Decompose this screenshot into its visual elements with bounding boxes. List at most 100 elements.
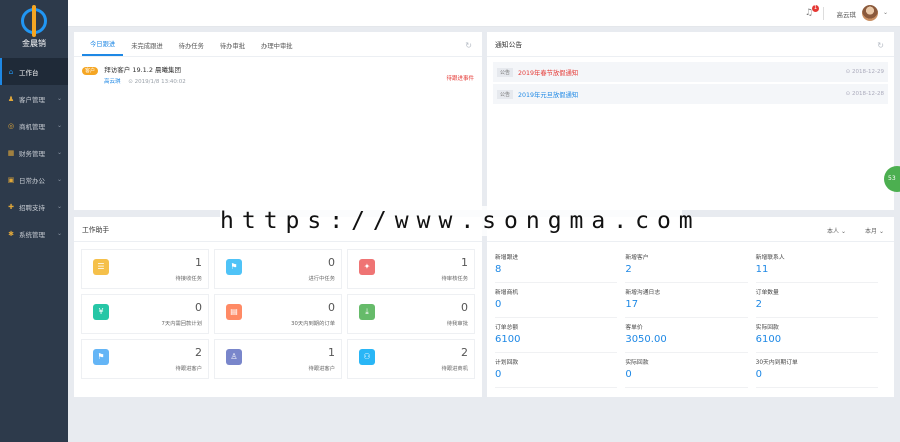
sidebar-item[interactable]: ✱ 系统管理 ⌄ <box>0 220 68 247</box>
period-filter-label: 本月 <box>865 228 878 235</box>
helper-card[interactable]: ☰ 1 待接收任务 <box>81 249 209 289</box>
notice-title-link[interactable]: 2019年春节放假通知 <box>518 68 578 77</box>
task-tab[interactable]: 未完成跟进 <box>123 41 170 56</box>
stat-label: 实际回款 <box>755 325 779 331</box>
topbar-divider <box>823 7 824 20</box>
sidebar-item-label: 系统管理 <box>19 230 45 239</box>
stat-item: 新增联系人 11 <box>755 248 878 283</box>
sidebar-item-label: 日常办公 <box>19 176 45 185</box>
helper-card[interactable]: ⚑ 2 待跟进客户 <box>81 339 209 379</box>
task-panel: 今日跟进 未完成跟进 待办任务 待办审批 办理中审批 ↻ 客户 拜访客户 19.1.2 晨… <box>74 32 482 210</box>
stat-item: 实际回款 6100 <box>755 318 878 353</box>
topbar: ♫ 1 高云琪 ⌄ <box>68 0 900 27</box>
task-tab[interactable]: 待办任务 <box>171 41 212 56</box>
helper-card-label: 待我审批 <box>446 321 468 327</box>
person-filter[interactable]: 本人 ⌄ <box>827 226 846 235</box>
helper-card[interactable]: ▤ 0 30天内到期的订单 <box>214 294 342 334</box>
helper-card[interactable]: ♙ 1 待跟进客户 <box>214 339 342 379</box>
stat-item: 实际回款 0 <box>625 353 748 388</box>
notice-title-link[interactable]: 2019年元旦放假通知 <box>518 90 578 99</box>
stat-item: 新增沟通日志 17 <box>625 283 748 318</box>
home-icon: ⌂ <box>8 67 14 76</box>
helper-card-label: 待跟进客户 <box>308 366 336 372</box>
sidebar-item-label: 客户管理 <box>19 95 45 104</box>
task-tab[interactable]: 办理中审批 <box>253 41 300 56</box>
username[interactable]: 高云琪 <box>837 9 857 19</box>
stat-value[interactable]: 0 <box>495 369 617 380</box>
sidebar-item-label: 财务管理 <box>19 149 45 158</box>
helper-panel: 工作助手 ☰ 1 待接收任务 ⚑ 0 进行中任务 ✦ 1 待审核任务 ¥0 7天内需回款计划 ▤ 0 30… <box>74 217 482 397</box>
stat-item: 30天内到期订单 0 <box>755 353 878 388</box>
notice-date: ⊙ 2018-12-28 <box>845 91 884 97</box>
stat-item: 新增跟进 8 <box>495 248 618 283</box>
stat-value[interactable]: 17 <box>625 299 747 310</box>
stat-item: 新增客户 2 <box>625 248 748 283</box>
stat-label: 订单数量 <box>755 290 779 296</box>
person-filter-label: 本人 <box>827 228 840 235</box>
sidebar: 金晨销 ⌂ 工作台 ♟ 客户管理 ⌄ ◎ 商机管理 ⌄ ▦ 财务管理 ⌄ ▣ 日常办公 ⌄ ✚ 招聘支持 ⌄ ✱ 系… <box>0 0 68 442</box>
helper-card[interactable]: ⚇ 2 待跟进商机 <box>347 339 475 379</box>
sidebar-item[interactable]: ✚ 招聘支持 ⌄ <box>0 193 68 220</box>
task-title[interactable]: 拜访客户 19.1.2 晨曦集团 <box>104 66 181 74</box>
stat-value[interactable]: 0 <box>625 369 747 380</box>
stat-label: 30天内到期订单 <box>755 360 798 366</box>
stat-value[interactable]: 11 <box>756 264 878 275</box>
notice-tag: 公告 <box>497 89 514 99</box>
sidebar-item[interactable]: ♟ 客户管理 ⌄ <box>0 85 68 112</box>
gear-icon: ✱ <box>8 229 14 238</box>
helper-card[interactable]: ✦ 1 待审核任务 <box>347 249 475 289</box>
stat-value[interactable]: 2 <box>756 299 878 310</box>
task-user[interactable]: 高云琪 <box>104 79 121 85</box>
document-icon: ▤ <box>226 304 242 320</box>
stat-item: 客单价 3050.00 <box>625 318 748 353</box>
avatar[interactable] <box>862 5 878 21</box>
helper-card-count: 1 <box>195 256 202 269</box>
logo-icon <box>21 5 47 37</box>
stats-panel: 本人 ⌄ 本月 ⌄ 新增跟进 8 新增客户 2 新增联系人 11 新增商机 0 新增沟通日志 17… <box>487 217 894 397</box>
brand-name: 金晨销 <box>22 39 46 48</box>
helper-card-count: 1 <box>328 346 335 359</box>
task-tab[interactable]: 今日跟进 <box>82 39 124 56</box>
stat-value[interactable]: 6100 <box>495 334 617 345</box>
helper-card-label: 待跟进商机 <box>441 366 469 372</box>
helper-card-count: 1 <box>461 256 468 269</box>
period-filter[interactable]: 本月 ⌄ <box>865 226 884 235</box>
stat-value[interactable]: 6100 <box>756 334 878 345</box>
helper-card-label: 30天内到期的订单 <box>291 321 335 327</box>
sidebar-item-label: 招聘支持 <box>19 203 45 212</box>
sidebar-item[interactable]: ◎ 商机管理 ⌄ <box>0 112 68 139</box>
helper-card[interactable]: ⤓ 0 待我审批 <box>347 294 475 334</box>
stat-label: 客单价 <box>625 325 643 331</box>
chevron-down-icon: ⌄ <box>56 149 62 156</box>
sidebar-item[interactable]: ▣ 日常办公 ⌄ <box>0 166 68 193</box>
sidebar-item-label: 工作台 <box>19 68 39 77</box>
notice-item[interactable]: 公告 2019年春节放假通知 ⊙ 2018-12-29 <box>493 62 888 82</box>
stat-label: 新增商机 <box>495 290 519 296</box>
helper-card-count: 2 <box>195 346 202 359</box>
stat-value[interactable]: 0 <box>756 369 878 380</box>
sidebar-item[interactable]: ▦ 财务管理 ⌄ <box>0 139 68 166</box>
stat-item: 订单总额 6100 <box>495 318 618 353</box>
stat-value[interactable]: 8 <box>495 264 617 275</box>
helper-card[interactable]: ⚑ 0 进行中任务 <box>214 249 342 289</box>
notification-badge: 1 <box>811 5 819 12</box>
refresh-icon[interactable]: ↻ <box>877 41 884 50</box>
chevron-down-icon[interactable]: ⌄ <box>883 9 888 16</box>
stat-value[interactable]: 0 <box>495 299 617 310</box>
recruit-icon: ✚ <box>8 202 14 211</box>
helper-card-count: 2 <box>461 346 468 359</box>
list-icon: ☰ <box>93 259 109 275</box>
stat-value[interactable]: 3050.00 <box>625 334 747 345</box>
task-tag: 客户 <box>82 67 99 75</box>
task-tab[interactable]: 待办审批 <box>212 41 253 56</box>
users-icon: ♟ <box>7 94 15 103</box>
chevron-down-icon: ⌄ <box>56 203 62 210</box>
task-item[interactable]: 客户 拜访客户 19.1.2 晨曦集团 高云琪 ⊙ 2019/1/8 13:40… <box>74 57 482 92</box>
refresh-icon[interactable]: ↻ <box>465 41 472 50</box>
notice-item[interactable]: 公告 2019年元旦放假通知 ⊙ 2018-12-28 <box>493 84 888 104</box>
brand-logo[interactable]: 金晨销 <box>0 0 68 58</box>
helper-card[interactable]: ¥0 7天内需回款计划 <box>81 294 209 334</box>
stat-value[interactable]: 2 <box>625 264 747 275</box>
chevron-down-icon: ⌄ <box>56 95 62 102</box>
sidebar-item[interactable]: ⌂ 工作台 <box>0 58 68 85</box>
